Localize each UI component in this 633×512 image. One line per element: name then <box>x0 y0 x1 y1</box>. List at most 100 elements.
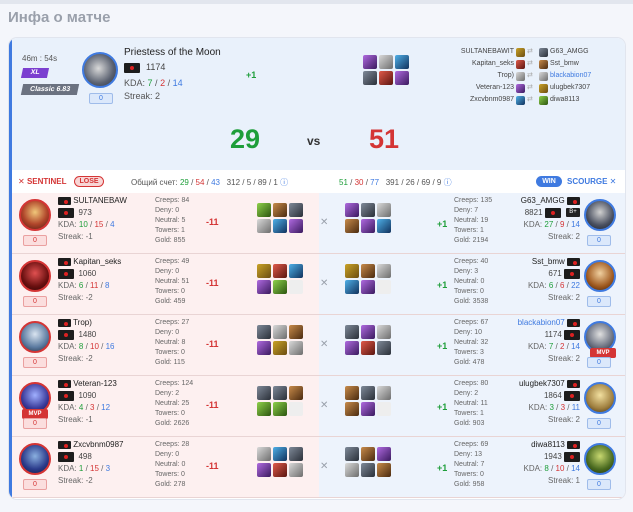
item-icon[interactable] <box>257 325 271 339</box>
item-icon[interactable] <box>361 463 375 477</box>
item-icon[interactable] <box>273 325 287 339</box>
list-item[interactable]: G63_AMGG <box>537 46 623 58</box>
country-flag-icon <box>58 440 71 449</box>
hero-avatar[interactable] <box>19 199 51 231</box>
item-icon[interactable] <box>257 280 271 294</box>
player-name[interactable]: Zxcvbnm0987 <box>58 439 148 451</box>
item-icon[interactable] <box>273 447 287 461</box>
hero-avatar[interactable] <box>19 260 51 292</box>
item-icon[interactable] <box>361 203 375 217</box>
item-icon[interactable] <box>289 264 303 278</box>
item-icon[interactable] <box>289 386 303 400</box>
player-name[interactable]: Trop) <box>58 317 148 329</box>
item-icon[interactable] <box>289 341 303 355</box>
item-icon[interactable] <box>273 264 287 278</box>
item-icon[interactable] <box>289 280 303 294</box>
item-icon[interactable] <box>345 280 359 294</box>
hero-avatar[interactable] <box>82 52 118 88</box>
list-item[interactable]: Veteran-123 <box>444 82 527 94</box>
item-icon[interactable] <box>377 203 391 217</box>
item-icon[interactable] <box>377 264 391 278</box>
player-name[interactable]: Sst_bmw <box>488 256 580 268</box>
list-item[interactable]: Kapitan_seks <box>444 58 527 70</box>
item-icon[interactable] <box>345 463 359 477</box>
item-icon[interactable] <box>273 463 287 477</box>
item-icon[interactable] <box>377 325 391 339</box>
list-item[interactable]: Trop) <box>444 70 527 82</box>
item-icon[interactable] <box>361 447 375 461</box>
item-icon[interactable] <box>395 71 409 85</box>
item-icon[interactable] <box>273 341 287 355</box>
item-icon[interactable] <box>289 447 303 461</box>
hero-avatar[interactable] <box>19 443 51 475</box>
item-icon[interactable] <box>257 264 271 278</box>
item-icon[interactable] <box>363 55 377 69</box>
item-icon[interactable] <box>345 447 359 461</box>
item-icon[interactable] <box>377 447 391 461</box>
hero-avatar[interactable] <box>584 443 616 475</box>
hero-avatar[interactable] <box>19 321 51 353</box>
item-icon[interactable] <box>257 447 271 461</box>
player-name[interactable]: ulugbek7307 <box>488 378 580 390</box>
item-icon[interactable] <box>345 219 359 233</box>
item-icon[interactable] <box>273 402 287 416</box>
item-icon[interactable] <box>289 219 303 233</box>
item-icon[interactable] <box>377 219 391 233</box>
item-icon[interactable] <box>257 386 271 400</box>
item-icon[interactable] <box>273 280 287 294</box>
list-item[interactable]: Zxcvbnm0987 <box>444 94 527 106</box>
item-icon[interactable] <box>363 71 377 85</box>
item-icon[interactable] <box>361 402 375 416</box>
item-icon[interactable] <box>345 402 359 416</box>
item-icon[interactable] <box>377 341 391 355</box>
rating-delta: +1 <box>437 219 448 229</box>
list-item[interactable]: diwa8113 <box>537 94 623 106</box>
item-icon[interactable] <box>289 203 303 217</box>
item-icon[interactable] <box>257 463 271 477</box>
level-box: 0 <box>23 418 47 429</box>
item-icon[interactable] <box>345 325 359 339</box>
item-icon[interactable] <box>379 71 393 85</box>
item-icon[interactable] <box>361 264 375 278</box>
player-name[interactable]: diwa8113 <box>488 439 580 451</box>
item-icon[interactable] <box>379 55 393 69</box>
list-item[interactable]: ulugbek7307 <box>537 82 623 94</box>
table-row: 0 Kapitan_seks 1060 KDA: 6 / 11 / 8 Stre… <box>12 254 625 315</box>
item-icon[interactable] <box>377 280 391 294</box>
item-icon[interactable] <box>257 341 271 355</box>
item-icon[interactable] <box>273 203 287 217</box>
item-icon[interactable] <box>345 386 359 400</box>
item-icon[interactable] <box>289 402 303 416</box>
hero-avatar[interactable] <box>584 199 616 231</box>
item-icon[interactable] <box>361 386 375 400</box>
item-icon[interactable] <box>361 325 375 339</box>
rank-flag-icon <box>58 207 74 218</box>
item-icon[interactable] <box>289 325 303 339</box>
item-icon[interactable] <box>257 203 271 217</box>
player-name[interactable]: Kapitan_seks <box>58 256 148 268</box>
item-icon[interactable] <box>361 280 375 294</box>
item-icon[interactable] <box>377 463 391 477</box>
item-icon[interactable] <box>345 264 359 278</box>
hero-avatar[interactable] <box>584 382 616 414</box>
item-icon[interactable] <box>361 341 375 355</box>
item-icon[interactable] <box>377 386 391 400</box>
item-icon[interactable] <box>257 402 271 416</box>
player-name[interactable]: Veteran-123 <box>58 378 148 390</box>
list-item[interactable]: SULTANEBAWIT <box>444 46 527 58</box>
item-icon[interactable] <box>289 463 303 477</box>
item-icon[interactable] <box>361 219 375 233</box>
item-icon[interactable] <box>257 219 271 233</box>
player-name[interactable]: blackabion07 <box>488 317 580 329</box>
player-name[interactable]: SULTANEBAW <box>58 195 148 207</box>
list-item[interactable]: Sst_bmw <box>537 58 623 70</box>
hero-avatar[interactable] <box>584 260 616 292</box>
item-icon[interactable] <box>395 55 409 69</box>
item-icon[interactable] <box>273 386 287 400</box>
list-item[interactable]: blackabion07 <box>537 70 623 82</box>
item-icon[interactable] <box>345 341 359 355</box>
item-icon[interactable] <box>377 402 391 416</box>
item-icon[interactable] <box>345 203 359 217</box>
item-icon[interactable] <box>273 219 287 233</box>
player-name[interactable]: G63_AMGG <box>488 195 580 207</box>
